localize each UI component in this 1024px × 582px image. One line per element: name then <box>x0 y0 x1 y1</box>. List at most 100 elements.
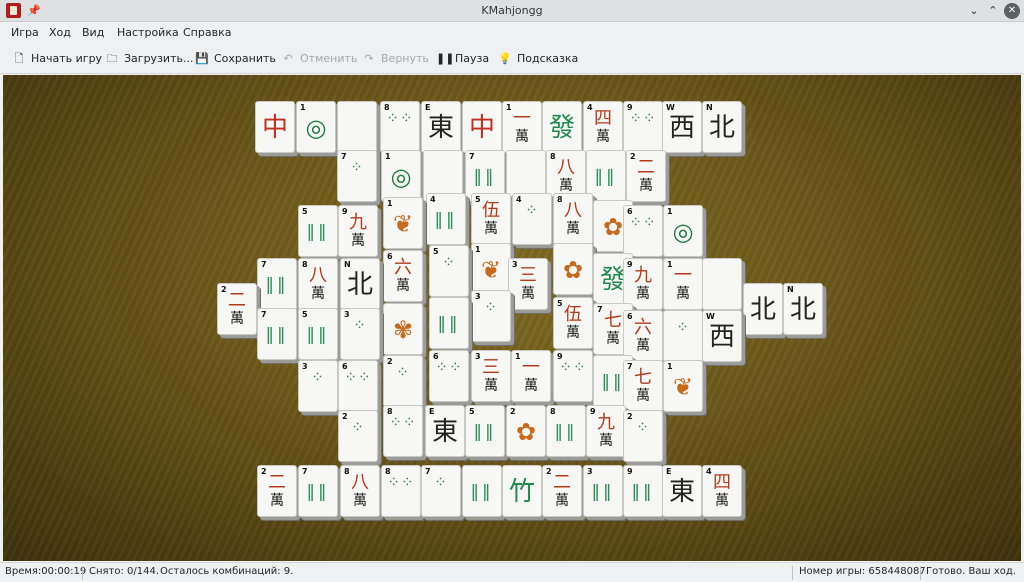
mahjong-tile[interactable]: 4四萬 <box>583 101 623 153</box>
mahjong-tile[interactable]: 2 ✿ <box>506 405 546 457</box>
mahjong-tile[interactable]: 6 ⁘⁘ <box>338 360 378 412</box>
mahjong-tile[interactable]: 8八萬 <box>298 258 338 310</box>
mahjong-tile[interactable]: E東 <box>662 465 702 517</box>
tile-glyph: ‖‖ <box>434 210 458 230</box>
mahjong-tile[interactable]: ⁘ <box>663 310 703 362</box>
title-bar[interactable]: 📌 KMahjongg ⌄ ⌃ ✕ <box>0 0 1024 22</box>
mahjong-tile[interactable] <box>702 258 742 310</box>
mahjong-tile[interactable]: 3 ⁘ <box>340 308 380 360</box>
tile-glyph: ⁘ <box>396 363 410 381</box>
tile-wan-char: 萬 <box>639 178 653 194</box>
mahjong-tile[interactable]: 8 ⁘⁘ <box>383 405 423 457</box>
menu-game[interactable]: Игра <box>11 26 39 39</box>
menu-view[interactable]: Вид <box>82 26 104 39</box>
tile-glyph: ◎ <box>672 218 694 246</box>
mahjong-tile[interactable]: ✾ <box>383 303 423 355</box>
mahjong-tile[interactable]: 9九萬 <box>586 405 626 457</box>
menu-help[interactable]: Справка <box>183 26 231 39</box>
mahjong-tile[interactable]: 7 ‖‖ <box>257 308 297 360</box>
mahjong-tile[interactable]: 2二萬 <box>626 150 666 202</box>
mahjong-tile[interactable]: N北 <box>340 258 380 310</box>
mahjong-tile[interactable] <box>337 101 377 153</box>
mahjong-tile[interactable]: 1 ❦ <box>383 197 423 249</box>
maximize-button[interactable]: ⌃ <box>985 3 1001 19</box>
mahjong-tile[interactable]: 8八萬 <box>340 465 380 517</box>
mahjong-tile[interactable]: 7 ‖‖ <box>298 465 338 517</box>
minimize-button[interactable]: ⌄ <box>966 3 982 19</box>
mahjong-tile[interactable]: ‖‖ <box>462 465 502 517</box>
mahjong-tile[interactable]: 5 ‖‖ <box>465 405 505 457</box>
mahjong-tile[interactable]: 1 ❦ <box>471 243 511 295</box>
mahjong-tile[interactable]: W西 <box>702 310 742 362</box>
mahjong-tile[interactable]: 中 <box>255 101 295 153</box>
tile-wan-char: 萬 <box>396 278 410 294</box>
mahjong-tile[interactable]: 2 ⁘ <box>383 355 423 407</box>
pause-icon: ❚❚ <box>436 52 455 65</box>
mahjong-tile[interactable]: 2二萬 <box>542 465 582 517</box>
mahjong-tile[interactable]: 8八萬 <box>553 193 593 245</box>
mahjong-tile[interactable]: 1一萬 <box>511 350 551 402</box>
menu-settings[interactable]: Настройка <box>117 26 179 39</box>
game-board[interactable]: 中 1 ◎ 8 ⁘⁘ E 東中 1 一萬發 4 四萬 9 ⁘⁘ W 西 N 北 7 ⁘ 1 ◎ 7 ‖‖ 8 八萬 ‖‖ 2 二萬 5 ‖… <box>3 75 1021 561</box>
mahjong-tile[interactable]: 北 <box>743 283 783 335</box>
mahjong-tile[interactable]: N北 <box>702 101 742 153</box>
tile-glyph: 北 <box>708 113 735 143</box>
mahjong-tile[interactable]: 4四萬 <box>702 465 742 517</box>
mahjong-tile[interactable]: 2 ⁘ <box>623 410 663 462</box>
tile-glyph: 八萬 <box>299 265 337 305</box>
mahjong-tile[interactable]: 中 <box>462 101 502 153</box>
mahjong-tile[interactable]: 5 ⁘ <box>429 245 469 297</box>
mahjong-tile[interactable]: 6六萬 <box>383 250 423 302</box>
close-button[interactable]: ✕ <box>1004 3 1020 19</box>
mahjong-tile[interactable]: 4 ‖‖ <box>426 193 466 245</box>
mahjong-tile[interactable]: 6 ⁘⁘ <box>429 350 469 402</box>
tile-glyph: 北 <box>346 270 373 300</box>
mahjong-tile[interactable]: 1 ◎ <box>663 205 703 257</box>
mahjong-tile[interactable]: 7 ‖‖ <box>257 258 297 310</box>
mahjong-tile[interactable]: 9 ⁘⁘ <box>623 101 663 153</box>
mahjong-tile[interactable]: 5伍萬 <box>471 193 511 245</box>
mahjong-tile[interactable]: 4 ⁘ <box>512 193 552 245</box>
mahjong-tile[interactable]: 2二萬 <box>257 465 297 517</box>
mahjong-tile[interactable]: 竹 <box>502 465 542 517</box>
mahjong-tile[interactable]: W西 <box>662 101 702 153</box>
mahjong-tile[interactable]: ✿ <box>553 243 593 295</box>
mahjong-tile[interactable]: 2 ⁘ <box>338 410 378 462</box>
mahjong-tile[interactable]: 6 ⁘⁘ <box>623 205 663 257</box>
tile-glyph: ‖‖ <box>265 275 289 295</box>
mahjong-tile[interactable]: 發 <box>542 101 582 153</box>
mahjong-tile[interactable]: 5 ‖‖ <box>298 205 338 257</box>
mahjong-tile[interactable]: 3 ⁘ <box>471 290 511 342</box>
mahjong-tile[interactable]: 5 ‖‖ <box>298 308 338 360</box>
mahjong-tile[interactable]: 5伍萬 <box>553 297 593 349</box>
mahjong-tile[interactable]: 7 ⁘ <box>421 465 461 517</box>
mahjong-tile[interactable]: 8 ⁘⁘ <box>381 465 421 517</box>
mahjong-tile[interactable]: 3三萬 <box>471 350 511 402</box>
mahjong-tile[interactable]: E東 <box>421 101 461 153</box>
mahjong-tile[interactable]: 2二萬 <box>217 283 257 335</box>
mahjong-tile[interactable]: 8 ‖‖ <box>546 405 586 457</box>
tile-glyph: 八萬 <box>547 157 585 197</box>
mahjong-tile[interactable]: 1 ◎ <box>381 150 421 202</box>
mahjong-tile[interactable]: 1一萬 <box>502 101 542 153</box>
mahjong-tile[interactable]: 7 ⁘ <box>337 150 377 202</box>
mahjong-tile[interactable]: 1一萬 <box>663 258 703 310</box>
tile-glyph: 六萬 <box>384 257 422 297</box>
mahjong-tile[interactable]: 1 ◎ <box>296 101 336 153</box>
game-timer: Время:00:00:19 <box>5 566 87 577</box>
mahjong-tile[interactable]: ‖‖ <box>429 297 469 349</box>
mahjong-tile[interactable]: 3三萬 <box>508 258 548 310</box>
redo-icon: ↷ <box>364 52 374 65</box>
mahjong-tile[interactable]: 3 ‖‖ <box>583 465 623 517</box>
mahjong-tile[interactable]: E東 <box>425 405 465 457</box>
mahjong-tile[interactable]: 9九萬 <box>338 205 378 257</box>
mahjong-tile[interactable]: 1 ❦ <box>663 360 703 412</box>
mahjong-tile[interactable]: 7七萬 <box>623 360 663 412</box>
mahjong-tile[interactable]: 8 ⁘⁘ <box>380 101 420 153</box>
toolbar: 🗋 Начать игру 🗀 Загрузить... 💾 Сохранить… <box>0 44 1024 74</box>
mahjong-tile[interactable]: 9 ⁘⁘ <box>553 350 593 402</box>
mahjong-tile[interactable]: N北 <box>783 283 823 335</box>
mahjong-tile[interactable]: 3 ⁘ <box>298 360 338 412</box>
mahjong-tile[interactable]: 9 ‖‖ <box>623 465 663 517</box>
menu-move[interactable]: Ход <box>49 26 71 39</box>
